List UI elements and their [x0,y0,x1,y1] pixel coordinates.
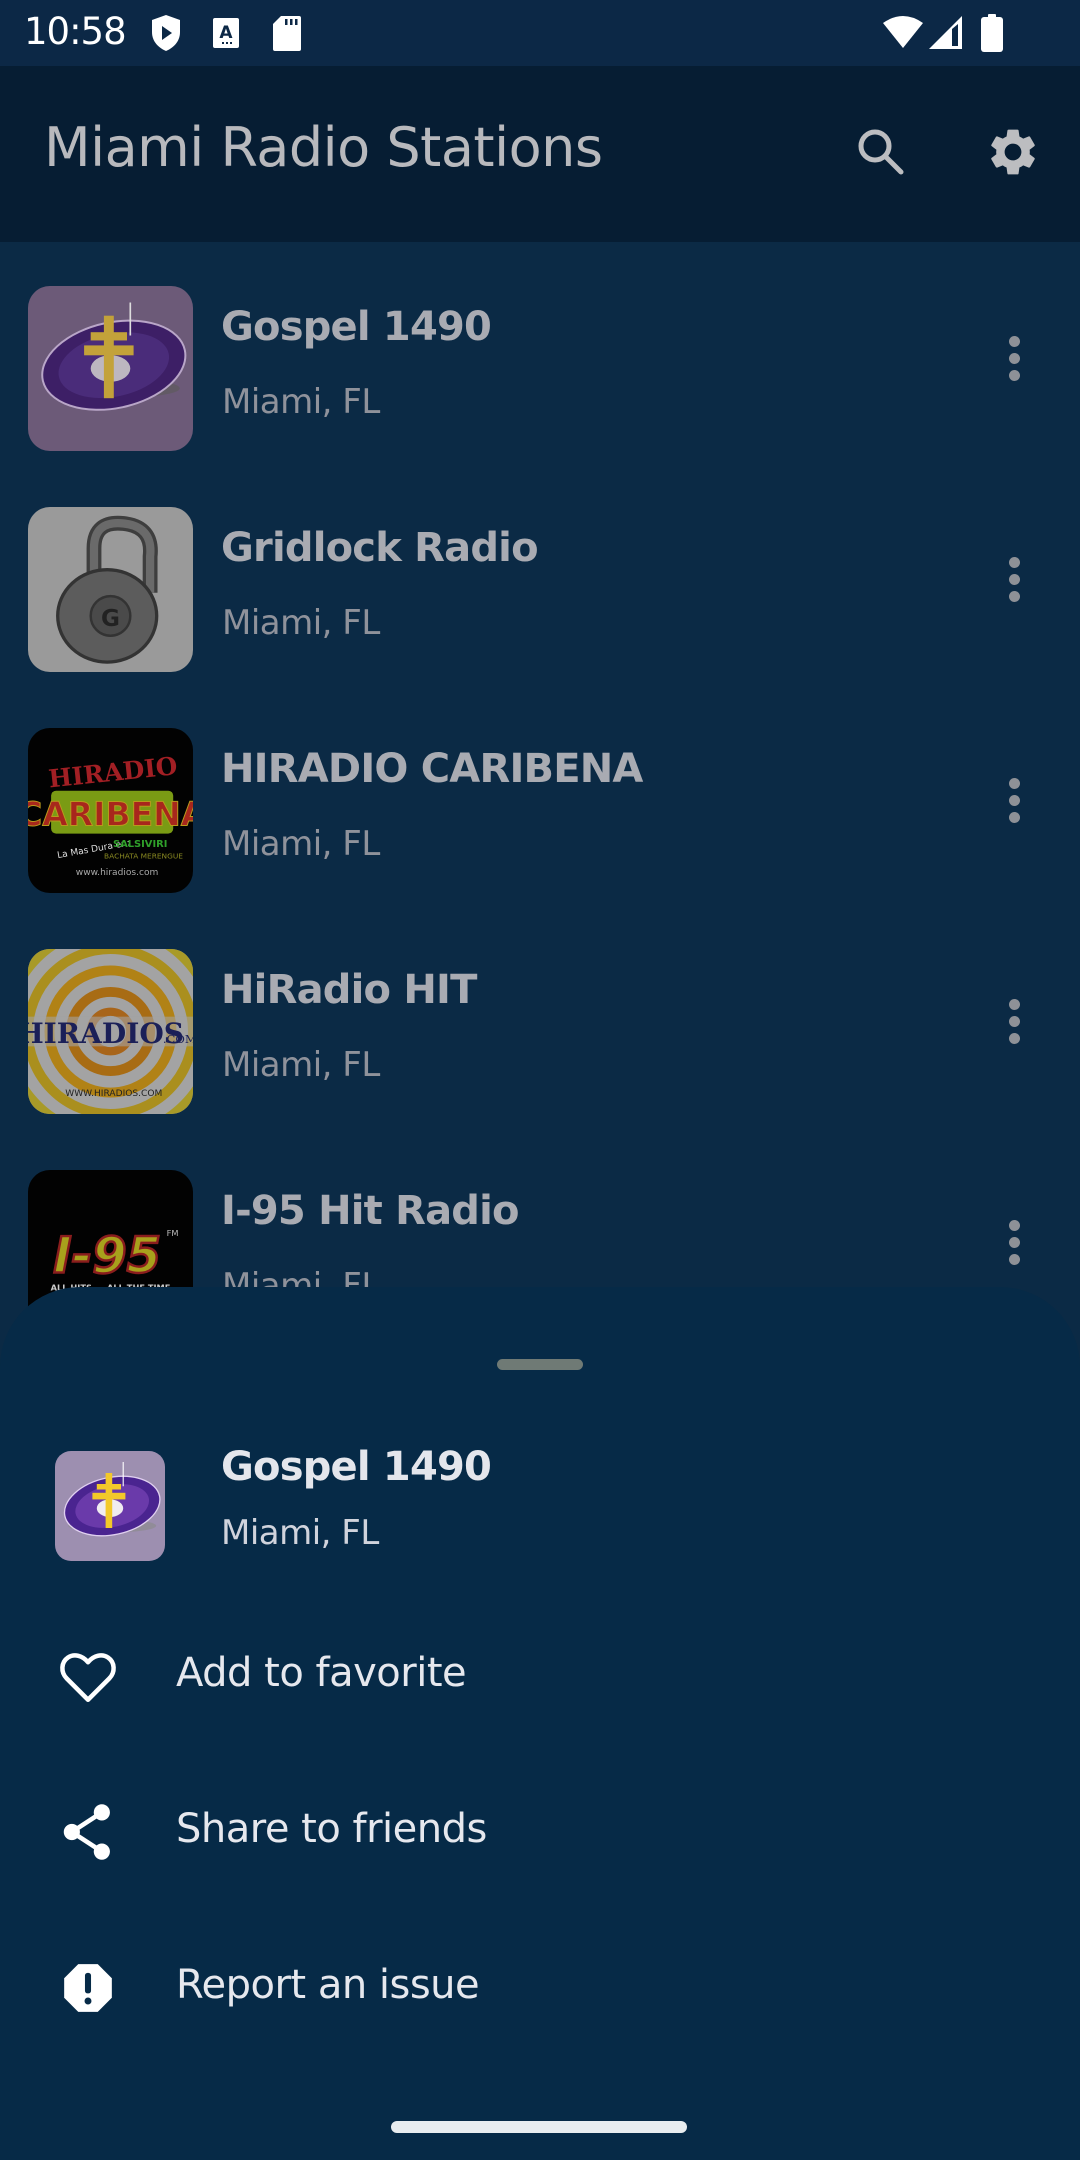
svg-text:www.hiradios.com: www.hiradios.com [76,868,159,878]
bottom-sheet: Gospel 1490 Miami, FL Add to favorite Sh… [0,1287,1080,2160]
more-options-button[interactable] [986,537,1042,621]
svg-text:SALSIVIRI: SALSIVIRI [113,839,167,850]
action-label: Share to friends [176,1806,487,1852]
sheet-station-name: Gospel 1490 [221,1444,492,1490]
svg-text:FM: FM [167,1228,179,1238]
station-location: Miami, FL [222,382,380,422]
more-vert-icon [1008,556,1020,568]
more-vert-icon [1008,1219,1020,1231]
more-vert-icon [1008,998,1020,1010]
share-icon [56,1800,120,1864]
more-vert-icon [1008,335,1020,347]
svg-text:I-95: I-95 [53,1226,161,1284]
station-name: Gospel 1490 [221,304,492,350]
action-label: Report an issue [176,1962,480,2008]
station-name: HiRadio HIT [221,967,477,1013]
svg-text:HIRADIOS: HIRADIOS [28,1017,184,1050]
svg-text:G: G [101,606,120,632]
status-time: 10:58 [24,10,127,53]
keyboard-a-icon: A [213,18,239,53]
gridlock-radio-logo: G [28,507,193,672]
cell-signal-icon [928,15,963,55]
svg-text:A: A [219,23,233,43]
station-row[interactable]: HIRADIO CARIBENA La Mas Dura en: SALSIVI… [0,684,1080,905]
more-options-button[interactable] [986,979,1042,1063]
more-options-button[interactable] [986,1200,1042,1284]
sheet-station-location: Miami, FL [221,1513,379,1553]
station-list: Gospel 1490 Miami, FL G Gridlock Radio M… [0,242,1080,1342]
app-bar: Miami Radio Stations [0,66,1080,242]
heart-outline-icon [56,1644,120,1708]
station-name: HIRADIO CARIBENA [221,746,643,792]
svg-text:BACHATA MERENGUE: BACHATA MERENGUE [104,851,183,860]
more-options-button[interactable] [986,316,1042,400]
wifi-icon [882,15,924,54]
drag-handle[interactable] [497,1359,583,1370]
station-row[interactable]: Gospel 1490 Miami, FL [0,242,1080,463]
svg-text:WWW.HIRADIOS.COM: WWW.HIRADIOS.COM [65,1089,162,1099]
report-issue-button[interactable]: Report an issue [0,1914,1080,2054]
sd-card-icon [273,16,301,56]
search-icon [855,126,905,181]
station-name: I-95 Hit Radio [221,1188,520,1234]
station-location: Miami, FL [222,603,380,643]
add-to-favorite-button[interactable]: Add to favorite [0,1602,1080,1742]
hiradio-caribena-logo: HIRADIO CARIBENA La Mas Dura en: SALSIVI… [28,728,193,893]
svg-text:CARIBENA: CARIBENA [28,794,193,833]
gear-icon [985,124,1041,185]
play-protect-icon [150,14,182,57]
battery-icon [981,14,1003,57]
svg-text:.COM: .COM [163,1032,193,1046]
station-row[interactable]: G Gridlock Radio Miami, FL [0,463,1080,684]
sheet-station-logo [55,1451,165,1561]
settings-button[interactable] [973,114,1053,194]
station-row[interactable]: HIRADIOS .COM WWW.HIRADIOS.COM HiRadio H… [0,905,1080,1126]
more-vert-icon [1008,777,1020,789]
action-label: Add to favorite [176,1650,467,1696]
share-to-friends-button[interactable]: Share to friends [0,1758,1080,1898]
station-location: Miami, FL [222,824,380,864]
station-name: Gridlock Radio [221,525,539,571]
home-indicator[interactable] [391,2121,687,2133]
page-title: Miami Radio Stations [44,116,603,179]
hiradio-hit-logo: HIRADIOS .COM WWW.HIRADIOS.COM [28,949,193,1114]
station-location: Miami, FL [222,1045,380,1085]
status-bar: 10:58 A [0,0,1080,66]
gospel-1490-logo [28,286,193,451]
more-options-button[interactable] [986,758,1042,842]
search-button[interactable] [840,113,920,193]
report-octagon-icon [56,1956,120,2020]
